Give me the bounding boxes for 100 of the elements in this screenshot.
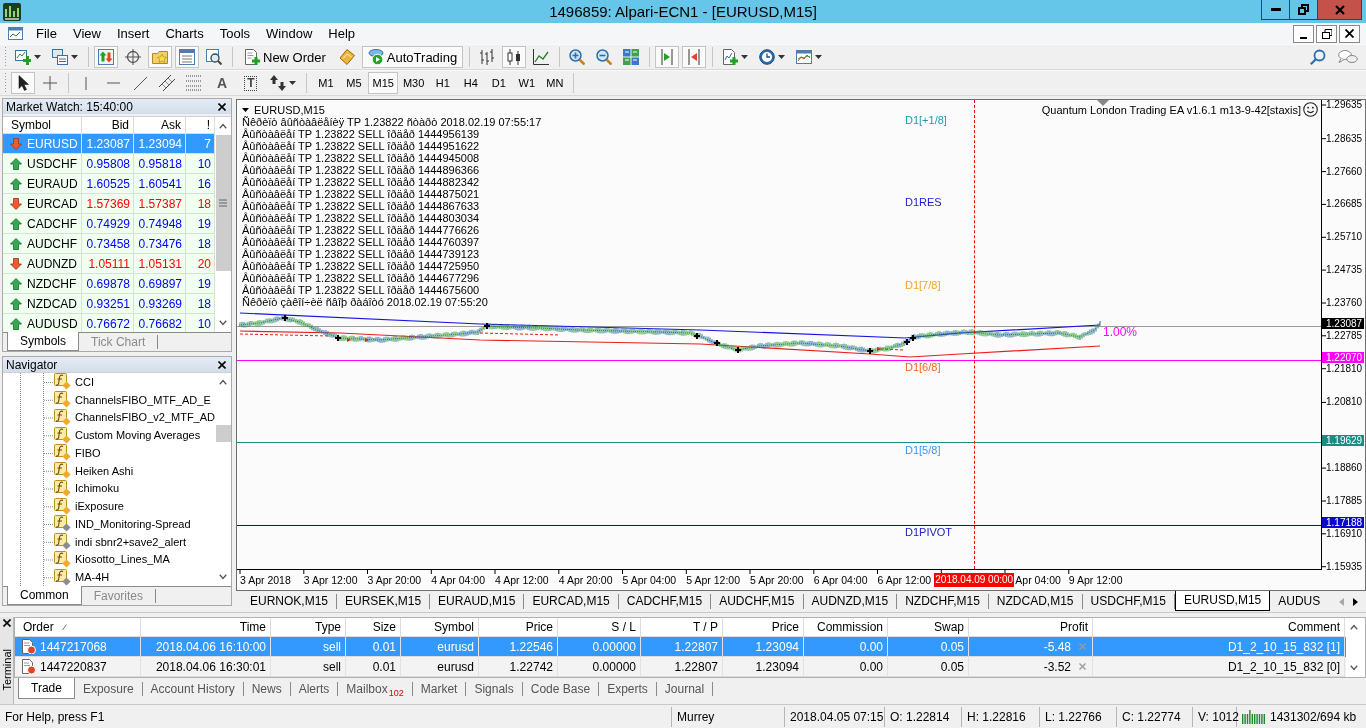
text-label-button[interactable]: T [238,72,264,94]
tab[interactable]: EURUSD,M15 [1174,591,1271,611]
navigator-item[interactable]: Heiken Ashi [3,461,215,480]
menu-item[interactable]: View [64,24,109,43]
navigator-item[interactable]: iExposure [3,497,215,515]
search-icon[interactable] [1310,49,1326,65]
market-watch-row[interactable]: CADCHF 0.74929 0.74948 19 [3,214,215,234]
tab[interactable]: NZDCHF,M15 [897,594,989,609]
tab[interactable]: Exposure [74,682,143,696]
tab[interactable]: News [243,682,291,696]
tab[interactable]: EURAUD,M15 [430,594,525,609]
minimize-button[interactable] [1293,24,1314,43]
tab[interactable]: Alerts [290,682,339,696]
speech-bubbles-icon[interactable] [1338,49,1358,65]
menu-item[interactable]: Help [320,24,364,43]
chevron-up-icon[interactable] [219,379,227,385]
timeframe-button[interactable]: D1 [485,72,513,94]
market-watch-button[interactable] [94,46,118,68]
tab[interactable]: Experts [599,682,657,696]
text-button[interactable]: A [209,72,236,94]
tab[interactable]: AUDCHF,M15 [711,594,804,609]
autotrading-button[interactable]: AutoTrading [361,46,464,68]
triangle-marker-icon[interactable] [1097,100,1109,106]
status-text: For Help, press F1 [5,709,105,724]
market-watch-row[interactable]: NZDCHF 0.69878 0.69897 19 [3,274,215,294]
tab[interactable]: Common [7,586,82,605]
navigator-item[interactable]: Custom Moving Averages [3,426,215,444]
order-row[interactable]: 1447220837 2018.04.06 16:30:01 sell 0.01 eurusd 1.22742 0.00000 1.22807 1.23094 0.00 0.05 -3.52 D1_2_10_15_832 [0] [15,657,1346,677]
tab[interactable]: Journal [656,682,714,696]
chevron-up-icon[interactable] [219,123,227,129]
market-watch-row[interactable]: EURAUD 1.60525 1.60541 16 [3,174,215,194]
tab[interactable]: Trade [18,678,75,699]
menu-item[interactable]: File [28,24,65,43]
timeframe-button[interactable]: M15 [368,72,398,94]
navigator-item[interactable]: IND_Monitoring-Spread [3,515,215,533]
close-icon[interactable] [218,102,226,111]
market-watch-row[interactable]: USDCHF 0.95808 0.95818 10 [3,154,215,174]
timeframe-button[interactable]: MN [541,72,569,94]
chevron-up-icon[interactable] [1350,624,1358,630]
tab[interactable]: CADCHF,M15 [618,594,712,609]
timeframe-button[interactable]: M1 [312,72,340,94]
tab[interactable]: Signals [466,682,523,696]
new-order-button[interactable]: New Order [238,46,332,68]
tab[interactable]: Code Base [522,682,600,696]
indicator-plus-icon [722,49,739,65]
panel-title: Navigator [6,357,58,372]
market-watch-row[interactable]: AUDNZD 1.05111 1.05131 20 [3,254,215,274]
navigator-item[interactable]: indi sbnr2+save2_alert [3,532,215,551]
navigator-item[interactable]: ChannelsFIBO_v2_MTF_AD [3,408,215,427]
market-watch-row[interactable]: EURCAD 1.57369 1.57387 18 [3,194,215,214]
tab[interactable]: AUDUS [1270,594,1329,609]
chevron-down-icon[interactable] [219,320,227,326]
triangle-icon[interactable] [242,107,249,112]
tab[interactable]: USDCHF,M15 [1082,594,1175,609]
navigator-item[interactable]: ChannelsFIBO_MTF_AD_E [3,390,215,409]
navigator-item[interactable]: FIBO [3,444,215,462]
minimize-button[interactable] [1261,0,1290,20]
close-icon[interactable] [2,619,11,627]
auto-scroll-button[interactable] [655,46,680,68]
navigator-item[interactable]: Kiosotto_Lines_MA [3,550,215,569]
navigator-item[interactable]: CCI [3,373,215,391]
terminal-button[interactable] [175,46,199,68]
tab[interactable]: Mailbox$_{102}$ [338,682,413,696]
scrollbar-thumb[interactable] [215,425,231,442]
navigator-item[interactable]: MA-4H [3,568,215,586]
tab[interactable]: EURNOK,M15 [242,594,338,609]
market-watch-row[interactable]: AUDUSD 0.76672 0.76682 10 [3,314,215,332]
table-cell: sell [323,639,341,654]
tab[interactable]: EURCAD,M15 [524,594,619,609]
timeframe-button[interactable]: H1 [429,72,457,94]
timeframe-button[interactable]: M5 [340,72,368,94]
scrollbar-thumb[interactable] [215,135,231,271]
chevron-down-icon[interactable] [1350,665,1358,671]
candlestick-button[interactable] [502,46,527,68]
menu-item[interactable]: Insert [108,24,158,43]
diagonal-line-icon [133,76,147,90]
navigator-item[interactable]: Ichimoku [3,479,215,498]
tab[interactable]: Market [412,682,467,696]
tab[interactable]: NZDCAD,M15 [988,594,1083,609]
market-watch-row[interactable]: NZDCAD 0.93251 0.93269 18 [3,294,215,314]
tab[interactable]: Account History [142,682,244,696]
tab[interactable]: EURSEK,M15 [337,594,431,609]
chevron-down-icon[interactable] [219,574,227,580]
tab[interactable]: AUDNZD,M15 [803,594,898,609]
tab[interactable]: Symbols [7,332,79,351]
status-text: O: 1.22814 [890,709,950,724]
chart-shift-button[interactable] [682,46,707,68]
timeframe-button[interactable]: M30 [398,72,429,94]
close-button[interactable] [1339,24,1360,43]
cursor-button[interactable] [11,72,35,94]
menu-item[interactable]: Tools [211,24,259,43]
market-watch-row[interactable]: AUDCHF 0.73458 0.73476 18 [3,234,215,254]
timeframe-button[interactable]: W1 [513,72,541,94]
menu-item[interactable]: Window [258,24,321,43]
timeframe-button[interactable]: H4 [457,72,485,94]
triangle-right-icon[interactable] [1353,597,1358,606]
window-title: 1496859: Alpari-ECN1 - [EURUSD,M15] [549,3,817,20]
close-icon[interactable] [218,360,226,369]
menu-item[interactable]: Charts [157,24,212,43]
restore-button[interactable] [1316,24,1337,43]
